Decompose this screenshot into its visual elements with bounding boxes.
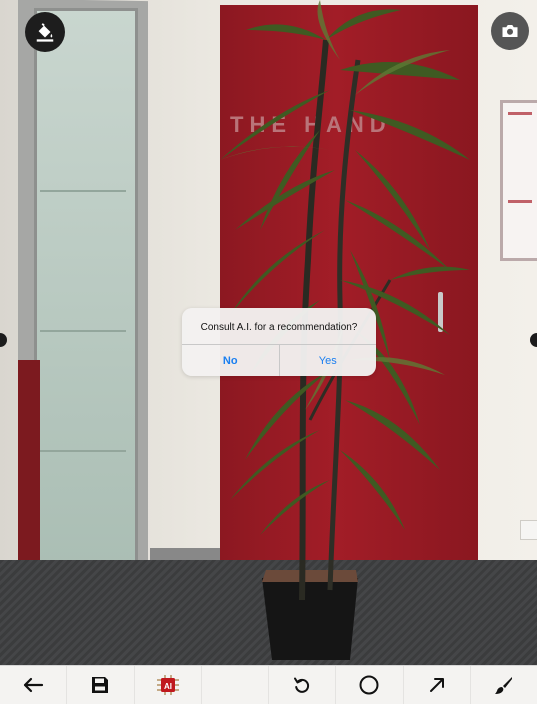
toolbar-spacer <box>202 666 269 704</box>
ai-button[interactable]: AI <box>135 666 202 704</box>
circle-tool-button[interactable] <box>336 666 404 704</box>
yes-button[interactable]: Yes <box>280 345 377 376</box>
glass-divider <box>40 450 126 452</box>
glass-divider <box>40 330 126 332</box>
no-button[interactable]: No <box>182 345 279 376</box>
ai-chip-icon: AI <box>156 675 179 695</box>
arrow-tool-button[interactable] <box>404 666 471 704</box>
brush-tool-button[interactable] <box>471 666 537 704</box>
ai-chip-label: AI <box>164 682 172 691</box>
dialog-button-row: No Yes <box>182 344 376 376</box>
back-button[interactable] <box>0 666 68 704</box>
bottom-toolbar: AI <box>0 665 537 704</box>
save-button[interactable] <box>67 666 135 704</box>
undo-icon <box>294 677 310 693</box>
brush-icon <box>494 677 512 694</box>
save-icon <box>92 677 109 693</box>
right-edge-handle[interactable] <box>530 333 537 347</box>
circle-icon <box>359 675 379 695</box>
paint-bucket-icon[interactable] <box>25 12 65 52</box>
undo-button[interactable] <box>269 666 337 704</box>
arrow-up-right-icon <box>429 678 444 692</box>
glass-divider <box>40 190 126 192</box>
poster-stripe <box>508 200 532 203</box>
ai-consult-dialog: Consult A.I. for a recommendation? No Ye… <box>182 308 376 376</box>
camera-icon[interactable] <box>491 12 529 50</box>
arrow-left-icon <box>24 677 44 693</box>
dialog-message: Consult A.I. for a recommendation? <box>200 322 358 333</box>
window-glass <box>34 8 138 594</box>
wall-socket <box>520 520 537 540</box>
poster-stripe <box>508 112 532 115</box>
